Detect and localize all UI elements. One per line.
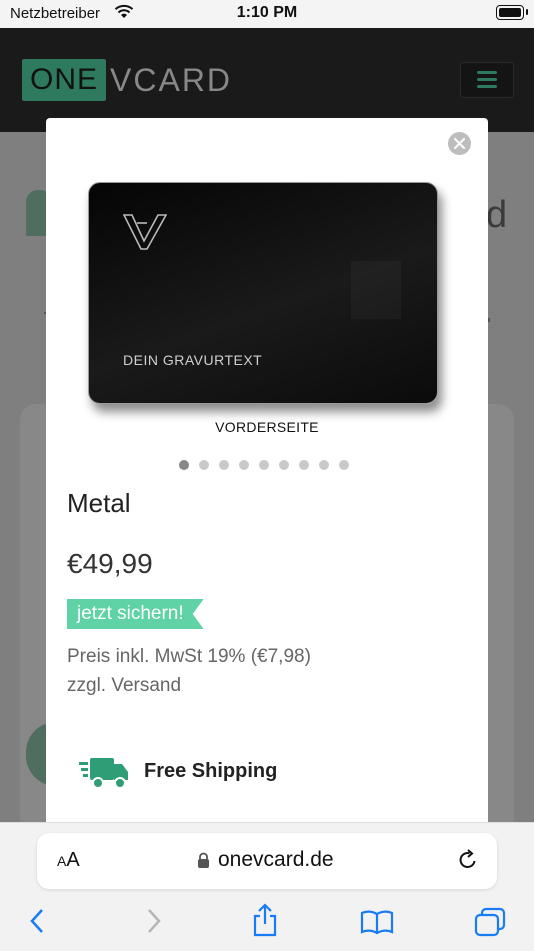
browser-toolbar: AA onevcard.de <box>0 822 534 951</box>
text-size-button[interactable]: AA <box>57 849 80 872</box>
product-price: €49,99 <box>67 548 153 579</box>
carousel-dot[interactable] <box>339 460 349 470</box>
lock-icon <box>198 852 209 868</box>
vcard-logo-icon <box>123 214 167 250</box>
close-icon <box>454 138 465 149</box>
product-modal: DEIN GRAVURTEXT VORDERSEITE Metal €49,99… <box>46 118 488 828</box>
bookmarks-icon[interactable] <box>360 909 394 935</box>
image-caption: VORDERSEITE <box>215 419 319 435</box>
carousel-dot[interactable] <box>219 460 229 470</box>
carousel-dot[interactable] <box>279 460 289 470</box>
promo-badge: jetzt sichern! <box>67 599 204 629</box>
product-image-card[interactable]: DEIN GRAVURTEXT <box>88 182 438 404</box>
carousel-dots <box>179 460 349 470</box>
shipping-note: zzgl. Versand <box>67 675 182 696</box>
logo-vcard-text: VCARD <box>110 61 233 98</box>
carousel-dot[interactable] <box>179 460 189 470</box>
card-engraving-text: DEIN GRAVURTEXT <box>123 352 263 368</box>
hamburger-icon <box>477 71 497 74</box>
close-button[interactable] <box>448 132 471 155</box>
tax-note: Preis inkl. MwSt 19% (€7,98) <box>67 646 311 667</box>
product-title: Metal <box>67 488 131 518</box>
url-text: onevcard.de <box>218 848 334 871</box>
back-icon[interactable] <box>28 907 48 935</box>
logo-one-text: ONE <box>22 59 107 101</box>
hamburger-icon-bar <box>477 78 497 81</box>
carousel-dot[interactable] <box>299 460 309 470</box>
carousel-dot[interactable] <box>199 460 209 470</box>
bg-divider <box>488 318 490 322</box>
reload-icon[interactable] <box>457 849 479 871</box>
card-sheen <box>351 261 401 319</box>
site-header: ONE VCARD <box>0 28 534 132</box>
share-icon[interactable] <box>252 903 278 937</box>
battery-icon <box>496 5 528 20</box>
forward-icon[interactable] <box>143 907 163 935</box>
tabs-icon[interactable] <box>474 907 506 937</box>
carousel-dot[interactable] <box>239 460 249 470</box>
text-size-small-a: A <box>57 853 67 869</box>
clock: 1:10 PM <box>236 4 298 21</box>
status-bar: Netzbetreiber 1:10 PM <box>0 0 534 28</box>
carousel-dot[interactable] <box>259 460 269 470</box>
site-logo[interactable]: ONE VCARD <box>22 58 232 102</box>
free-shipping-label: Free Shipping <box>144 760 278 782</box>
bg-heading-fragment: d <box>486 194 508 236</box>
menu-button[interactable] <box>460 62 514 98</box>
address-bar[interactable]: AA onevcard.de <box>37 833 497 889</box>
hamburger-icon-bar <box>477 85 497 88</box>
truck-icon <box>79 758 128 789</box>
carousel-dot[interactable] <box>319 460 329 470</box>
